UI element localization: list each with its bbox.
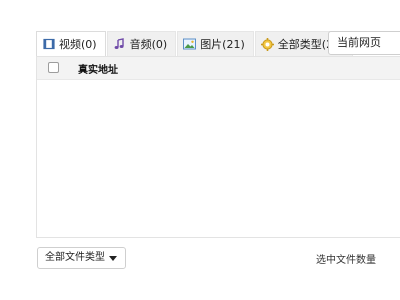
tab-images[interactable]: 图片(21)	[177, 31, 254, 56]
tab-audio-label: 音频(0)	[129, 38, 168, 51]
media-type-tabs: 视频(0) 音频(0) 图片(21) 全部类型(21)	[36, 31, 354, 56]
tab-video[interactable]: 视频(0)	[36, 31, 106, 56]
file-list: 真实地址	[36, 56, 400, 238]
tab-images-label: 图片(21)	[200, 38, 245, 51]
select-all-checkbox[interactable]	[48, 62, 59, 73]
tab-audio[interactable]: 音频(0)	[106, 31, 177, 56]
music-note-icon	[113, 38, 126, 51]
file-list-header: 真实地址	[37, 57, 400, 80]
tab-video-label: 视频(0)	[59, 38, 97, 51]
image-icon	[183, 38, 197, 51]
selected-count-label: 选中文件数量	[316, 255, 376, 266]
column-header-url: 真实地址	[78, 65, 118, 76]
caret-down-icon	[109, 256, 117, 261]
download-panel: 视频(0) 音频(0) 图片(21) 全部类型(21) 当前网页 真实地址 全部…	[0, 0, 400, 300]
current-page-button[interactable]: 当前网页	[328, 31, 400, 55]
file-list-body	[37, 80, 400, 238]
video-icon	[42, 38, 55, 51]
all-types-icon	[260, 37, 274, 51]
file-type-dropdown[interactable]: 全部文件类型	[37, 247, 126, 269]
file-type-dropdown-value: 全部文件类型	[45, 252, 105, 263]
